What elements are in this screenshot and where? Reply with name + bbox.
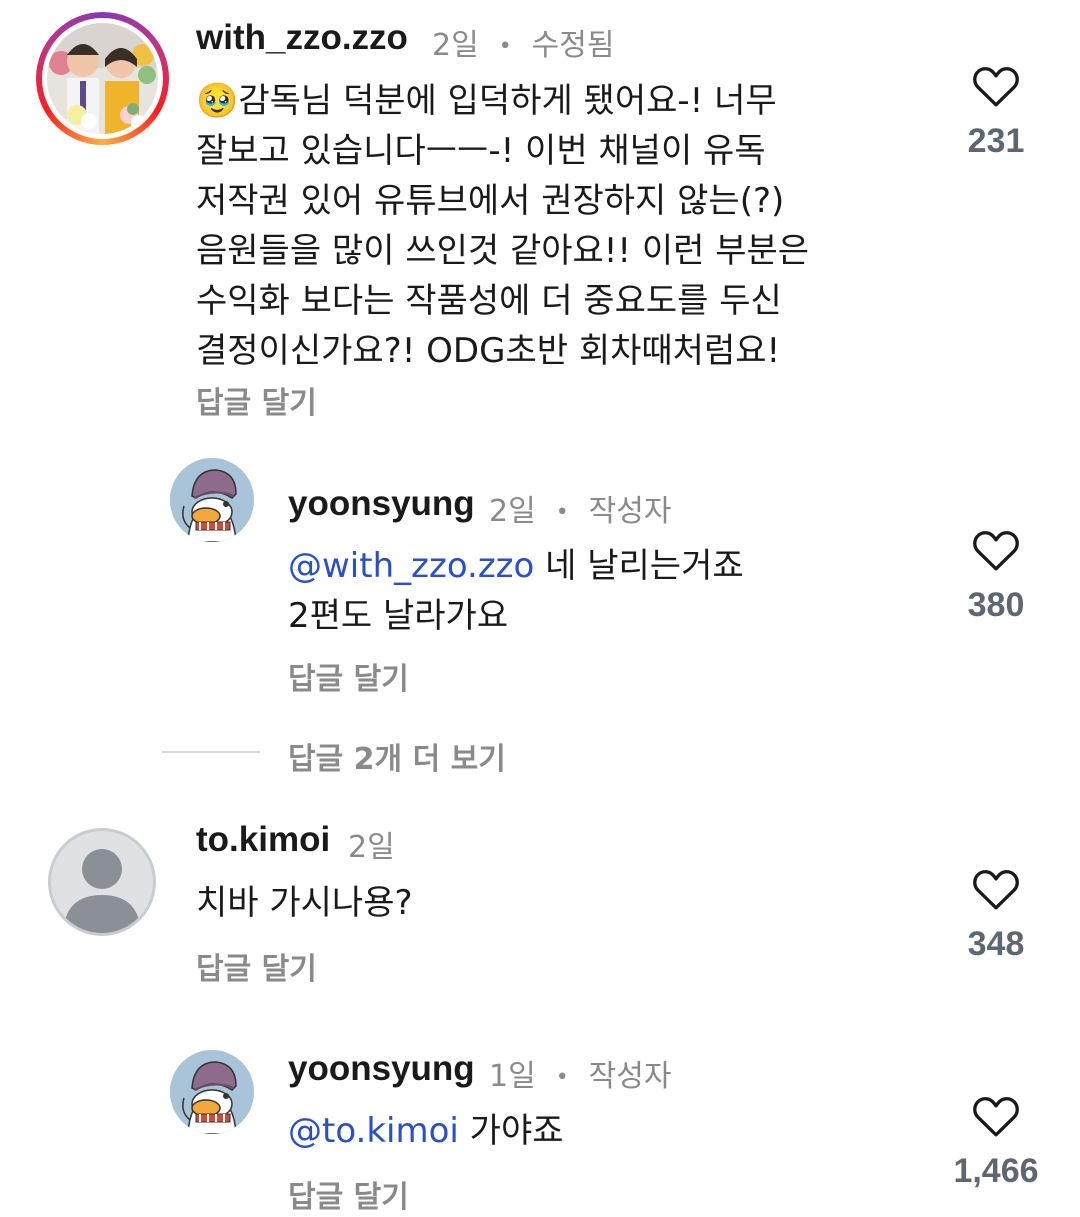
avatar-duck-illustration: [170, 1050, 254, 1134]
comment-text: 치바 가시나용?: [196, 878, 413, 928]
avatar-yoonsyung[interactable]: [170, 1050, 254, 1134]
reply-meta: 2일 • 작성자: [489, 486, 671, 530]
edited-label: 수정됨: [531, 28, 615, 63]
like-count: 380: [967, 586, 1025, 624]
avatar-yoonsyung[interactable]: [170, 458, 254, 542]
reply-text: @with_zzo.zzo 네 날리는거죠 2편도 날라가요: [288, 541, 744, 641]
like-button[interactable]: 348: [941, 865, 1051, 964]
like-count: 1,466: [953, 1152, 1039, 1190]
reply-button[interactable]: 답글 달기: [288, 1172, 409, 1216]
heart-outline-icon: [973, 67, 1019, 107]
comment-text-line: 음원들을 많이 쓰인것 같아요!! 이런 부분은: [196, 231, 810, 271]
like-count: 348: [967, 925, 1025, 963]
reply-username[interactable]: yoonsyung: [288, 1049, 475, 1089]
reply-text-part: 가야죠: [458, 1111, 564, 1151]
comment-meta: 2일: [348, 822, 395, 866]
reply-username[interactable]: yoonsyung: [288, 484, 475, 524]
reply-text-line: @with_zzo.zzo 네 날리는거죠: [288, 541, 744, 591]
like-button[interactable]: 1,466: [941, 1092, 1051, 1191]
avatar-default[interactable]: [48, 828, 156, 936]
mention-link[interactable]: @with_zzo.zzo: [288, 546, 534, 586]
reply-button[interactable]: 답글 달기: [196, 944, 317, 988]
reply-button[interactable]: 답글 달기: [196, 378, 317, 422]
mention-link[interactable]: @to.kimoi: [288, 1111, 459, 1151]
comment-text: 🥹감독님 덕분에 입덕하게 됐어요-! 너무 잘보고 있습니다ㅡㅡ-! 이번 채…: [196, 76, 809, 376]
avatar-with-zzo[interactable]: [36, 12, 169, 145]
default-profile-icon: [63, 849, 141, 933]
avatar-duck-illustration: [170, 458, 254, 542]
view-more-replies-button[interactable]: 답글 2개 더 보기: [288, 734, 506, 778]
reply-meta: 1일 • 작성자: [489, 1051, 671, 1095]
heart-outline-icon: [973, 531, 1019, 571]
reply-time: 2일: [489, 494, 536, 529]
heart-outline-icon: [973, 870, 1019, 910]
reply-text-part: 네 날리는거죠: [534, 546, 744, 586]
reply-text: @to.kimoi 가야죠: [288, 1106, 564, 1156]
reply-text-line: 2편도 날라가요: [288, 596, 509, 636]
comment-text-line: 결정이신가요?! ODG초반 회차때처럼요!: [196, 331, 781, 371]
reply-text-line: @to.kimoi 가야죠: [288, 1106, 564, 1156]
comment-text-line: 🥹감독님 덕분에 입덕하게 됐어요-! 너무: [196, 81, 777, 121]
reply-button[interactable]: 답글 달기: [288, 654, 409, 698]
comment-text-line: 수익화 보다는 작품성에 더 중요도를 두신: [196, 281, 782, 321]
reply-time: 1일: [489, 1059, 536, 1094]
heart-outline-icon: [973, 1097, 1019, 1137]
comment-username[interactable]: with_zzo.zzo: [196, 18, 408, 58]
comment-text-line: 저작권 있어 유튜브에서 권장하지 않는(?): [196, 181, 785, 221]
like-button[interactable]: 231: [941, 62, 1051, 161]
like-button[interactable]: 380: [941, 526, 1051, 625]
author-badge: 작성자: [588, 1059, 672, 1094]
comment-meta: 2일 • 수정됨: [432, 20, 614, 64]
comment-time: 2일: [348, 830, 395, 865]
author-badge: 작성자: [588, 494, 672, 529]
separator-dot: •: [555, 1065, 569, 1090]
comment-time: 2일: [432, 28, 479, 63]
like-count: 231: [967, 122, 1025, 160]
separator-dot: •: [555, 500, 569, 525]
comment-text-line: 치바 가시나용?: [196, 883, 413, 923]
comment-text-line: 잘보고 있습니다ㅡㅡ-! 이번 채널이 유독: [196, 131, 766, 171]
comment-username[interactable]: to.kimoi: [196, 820, 330, 860]
separator-dot: •: [498, 34, 512, 59]
avatar-photo: [47, 23, 158, 134]
more-replies-divider: [162, 751, 260, 753]
